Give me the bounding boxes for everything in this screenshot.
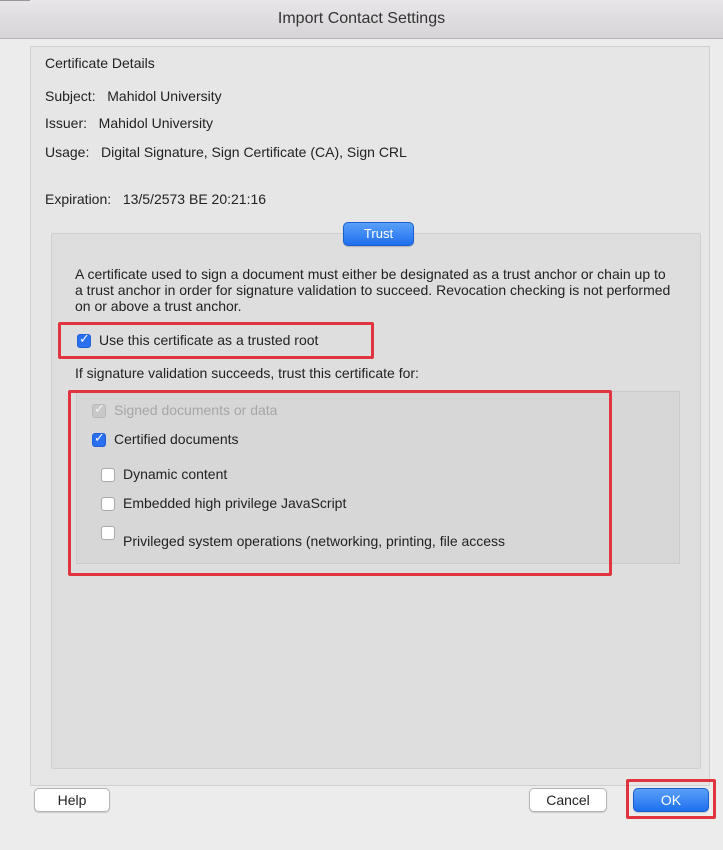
trust-description: A certificate used to sign a document mu…	[75, 266, 671, 314]
issuer-field: Issuer: Mahidol University	[45, 115, 214, 131]
trust-for-label: If signature validation succeeds, trust …	[75, 365, 419, 381]
cancel-button[interactable]: Cancel	[529, 788, 607, 812]
window-title: Import Contact Settings	[0, 0, 723, 39]
usage-field: Usage: Digital Signature, Sign Certifica…	[45, 144, 407, 160]
highlight-trust-options	[68, 390, 612, 576]
help-button[interactable]: Help	[34, 788, 110, 812]
highlight-trusted-root	[58, 322, 374, 359]
highlight-ok	[626, 779, 716, 819]
certificate-details-label: Certificate Details	[45, 55, 155, 71]
expiration-field: Expiration: 13/5/2573 BE 20:21:16	[45, 191, 267, 207]
tab-trust[interactable]: Trust	[343, 222, 414, 246]
subject-field: Subject: Mahidol University	[45, 88, 222, 104]
